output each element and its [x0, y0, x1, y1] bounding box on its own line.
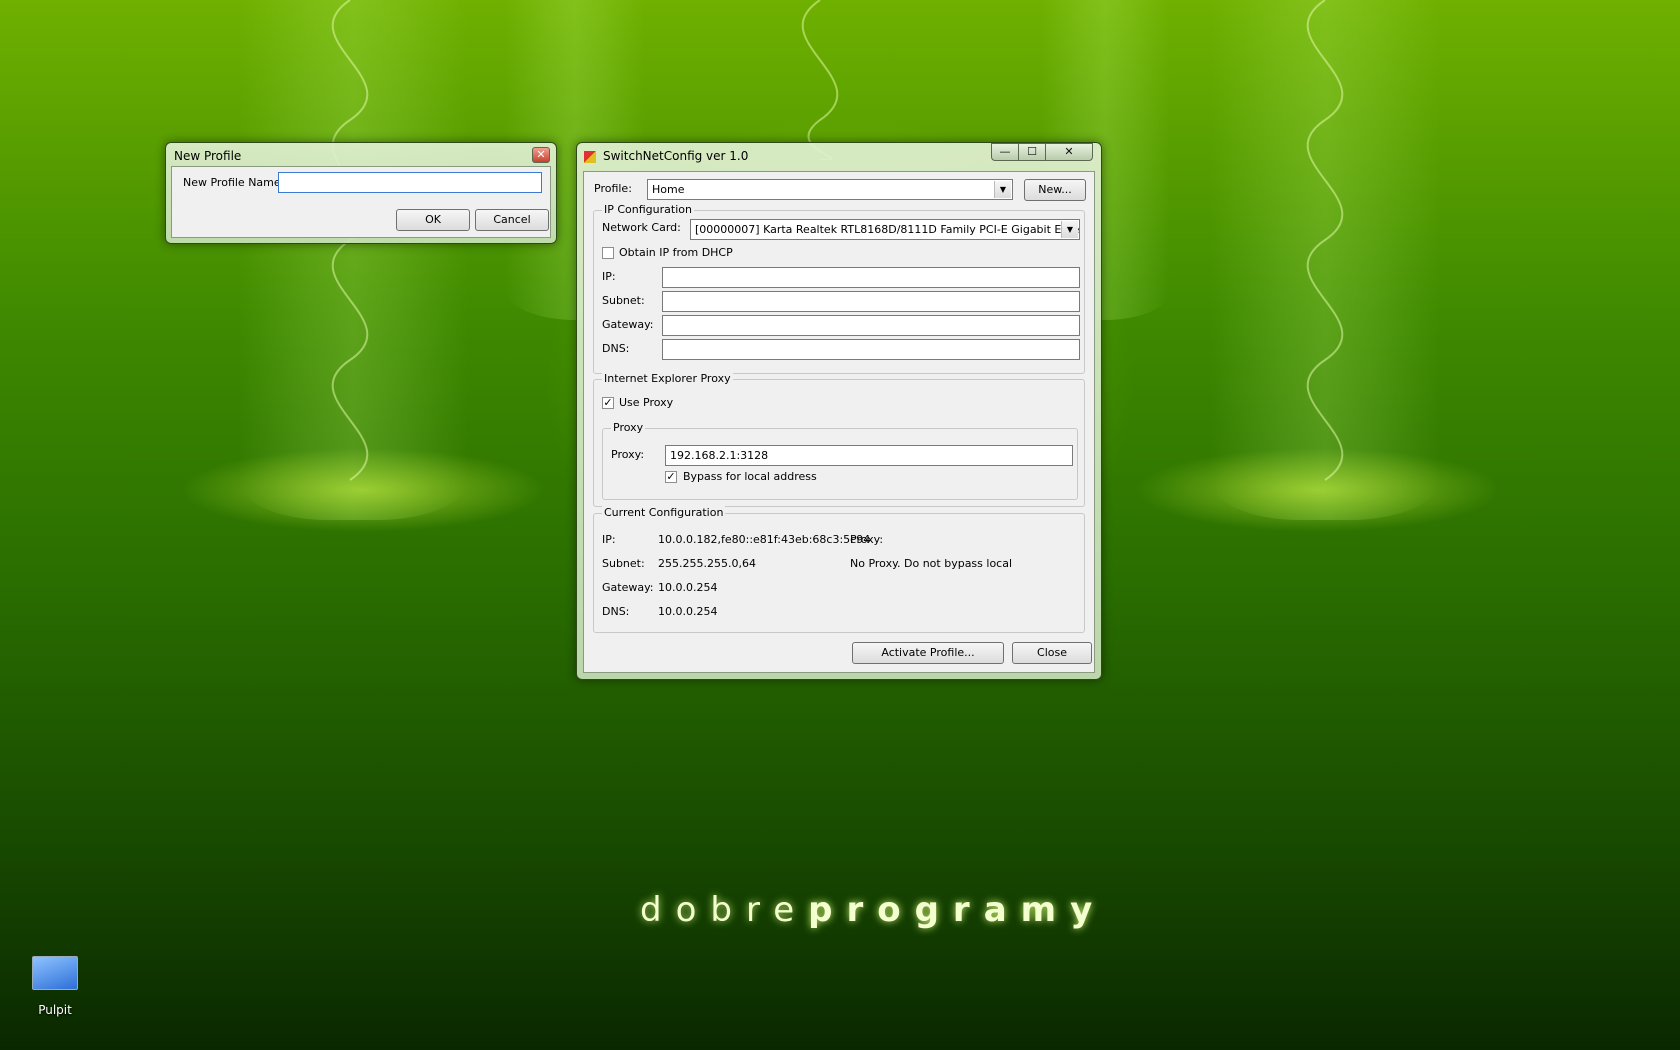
new-profile-dialog: New Profile ✕ New Profile Name: OK Cance…: [165, 142, 557, 244]
subnet-input[interactable]: [662, 291, 1080, 312]
ip-configuration-group: IP Configuration Network Card: [00000007…: [593, 203, 1085, 374]
dhcp-checkbox[interactable]: [602, 247, 614, 259]
current-configuration-group-label: Current Configuration: [602, 506, 726, 519]
new-profile-name-label: New Profile Name:: [183, 176, 285, 189]
close-button[interactable]: Close: [1012, 642, 1092, 664]
background-spiral: [1306, 0, 1344, 481]
new-profile-client-area: New Profile Name: OK Cancel: [171, 166, 551, 238]
minimize-button[interactable]: —: [991, 143, 1019, 161]
ip-input[interactable]: [662, 267, 1080, 288]
close-icon: ✕: [1064, 145, 1074, 158]
network-card-label: Network Card:: [602, 221, 681, 234]
current-configuration-group: Current Configuration IP: 10.0.0.182,fe8…: [593, 506, 1085, 633]
current-gateway-value: 10.0.0.254: [658, 581, 718, 594]
maximize-icon: ☐: [1027, 145, 1037, 158]
current-subnet-value: 255.255.255.0,64: [658, 557, 756, 570]
bypass-local-checkbox[interactable]: ✓: [665, 471, 677, 483]
bypass-local-label[interactable]: Bypass for local address: [683, 470, 817, 483]
switchnetconfig-window: SwitchNetConfig ver 1.0 — ☐ ✕ Profile: H…: [576, 142, 1102, 680]
current-proxy-value: No Proxy. Do not bypass local: [850, 557, 1013, 570]
network-card-select[interactable]: [00000007] Karta Realtek RTL8168D/8111D …: [690, 219, 1080, 240]
brand-logo-text: dobreprogramy: [640, 890, 1107, 930]
network-card-select-value: [00000007] Karta Realtek RTL8168D/8111D …: [695, 223, 1080, 236]
new-profile-close-button[interactable]: ✕: [532, 147, 550, 163]
profile-label: Profile:: [594, 182, 632, 195]
subnet-label: Subnet:: [602, 294, 645, 307]
new-profile-dialog-title: New Profile: [174, 149, 242, 163]
use-proxy-checkbox[interactable]: ✓: [602, 397, 614, 409]
profile-select-value: Home: [652, 183, 685, 196]
dns-input[interactable]: [662, 339, 1080, 360]
profile-select[interactable]: Home ▼: [647, 179, 1013, 200]
current-dns-label: DNS:: [602, 605, 630, 618]
desktop-icon-label[interactable]: Pulpit: [28, 1003, 82, 1017]
ip-label: IP:: [602, 270, 616, 283]
current-subnet-label: Subnet:: [602, 557, 645, 570]
dhcp-checkbox-label[interactable]: Obtain IP from DHCP: [619, 246, 733, 259]
ie-proxy-group: Internet Explorer Proxy ✓ Use Proxy Prox…: [593, 372, 1085, 507]
gateway-input[interactable]: [662, 315, 1080, 336]
dns-label: DNS:: [602, 342, 630, 355]
activate-profile-button[interactable]: Activate Profile...: [852, 642, 1004, 664]
proxy-inner-group-label: Proxy: [611, 421, 646, 434]
app-icon: [584, 151, 596, 163]
current-proxy-label: Proxy:: [850, 533, 884, 546]
maximize-button[interactable]: ☐: [1018, 143, 1046, 161]
main-client-area: Profile: Home ▼ New... IP Configuration …: [583, 171, 1095, 673]
desktop-monitor-icon[interactable]: [32, 956, 78, 994]
main-window-title: SwitchNetConfig ver 1.0: [603, 149, 749, 163]
ok-button[interactable]: OK: [396, 209, 470, 231]
proxy-label: Proxy:: [611, 448, 645, 461]
current-gateway-label: Gateway:: [602, 581, 654, 594]
background-spiral: [331, 0, 369, 481]
close-window-button[interactable]: ✕: [1045, 143, 1093, 161]
background-spiral: [801, 0, 839, 160]
gateway-label: Gateway:: [602, 318, 654, 331]
chevron-down-icon[interactable]: ▼: [1061, 221, 1078, 238]
current-ip-label: IP:: [602, 533, 616, 546]
chevron-down-icon[interactable]: ▼: [994, 181, 1011, 198]
current-dns-value: 10.0.0.254: [658, 605, 718, 618]
new-profile-name-input[interactable]: [278, 172, 542, 193]
ie-proxy-group-label: Internet Explorer Proxy: [602, 372, 733, 385]
proxy-input[interactable]: 192.168.2.1:3128: [665, 445, 1073, 466]
current-ip-value: 10.0.0.182,fe80::e81f:43eb:68c3:5c94: [658, 533, 871, 546]
proxy-inner-group: Proxy Proxy: 192.168.2.1:3128 ✓ Bypass f…: [602, 421, 1078, 500]
use-proxy-label[interactable]: Use Proxy: [619, 396, 673, 409]
minimize-icon: —: [999, 145, 1011, 158]
ip-configuration-group-label: IP Configuration: [602, 203, 694, 216]
close-icon: ✕: [536, 148, 546, 161]
cancel-button[interactable]: Cancel: [475, 209, 549, 231]
new-profile-button[interactable]: New...: [1024, 179, 1086, 201]
